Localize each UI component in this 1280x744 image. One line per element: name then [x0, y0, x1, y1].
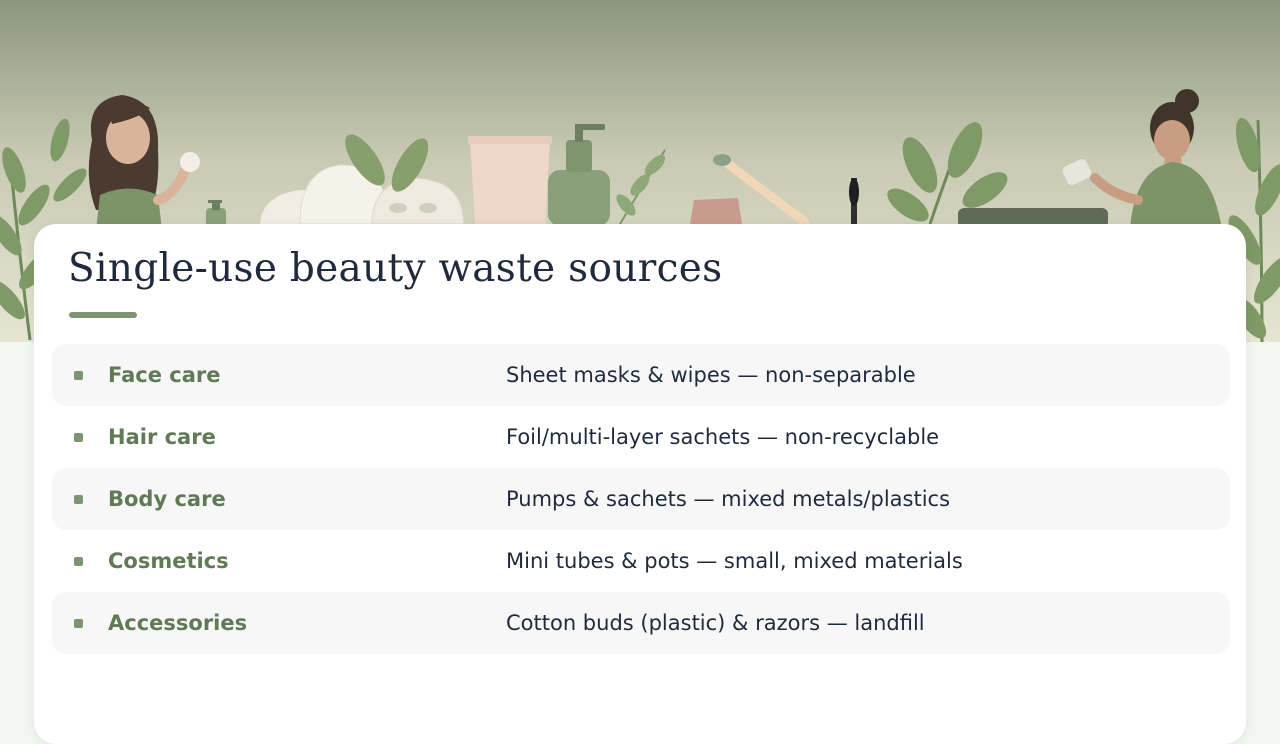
bullet-marker: [74, 433, 83, 442]
makeup-pouch: [690, 198, 742, 224]
bullet-marker: [74, 619, 83, 628]
category-description: Pumps & sachets — mixed metals/plastics: [506, 487, 951, 511]
category-label: Body care: [108, 487, 226, 511]
category-description: Mini tubes & pots — small, mixed materia…: [506, 549, 963, 573]
cosmetic-tube: [468, 136, 552, 224]
list-item-face-care: Face care Sheet masks & wipes — non-sepa…: [52, 344, 1230, 406]
waste-sources-list: Face care Sheet masks & wipes — non-sepa…: [52, 344, 1230, 654]
list-item-body-care: Body care Pumps & sachets — mixed metals…: [52, 468, 1230, 530]
bullet-marker: [74, 371, 83, 380]
slide-title: Single-use beauty waste sources: [68, 246, 723, 291]
category-label: Face care: [108, 363, 221, 387]
list-item-accessories: Accessories Cotton buds (plastic) & razo…: [52, 592, 1230, 654]
category-description: Sheet masks & wipes — non-separable: [506, 363, 916, 387]
category-description: Cotton buds (plastic) & razors — landfil…: [506, 611, 925, 635]
list-item-cosmetics: Cosmetics Mini tubes & pots — small, mix…: [52, 530, 1230, 592]
list-item-hair-care: Hair care Foil/multi-layer sachets — non…: [52, 406, 1230, 468]
category-label: Hair care: [108, 425, 216, 449]
category-label: Cosmetics: [108, 549, 229, 573]
category-label: Accessories: [108, 611, 248, 635]
bullet-marker: [74, 557, 83, 566]
content-card: Single-use beauty waste sources Face car…: [34, 224, 1246, 744]
category-description: Foil/multi-layer sachets — non-recyclabl…: [506, 425, 940, 449]
title-underline: [69, 312, 137, 318]
bullet-marker: [74, 495, 83, 504]
